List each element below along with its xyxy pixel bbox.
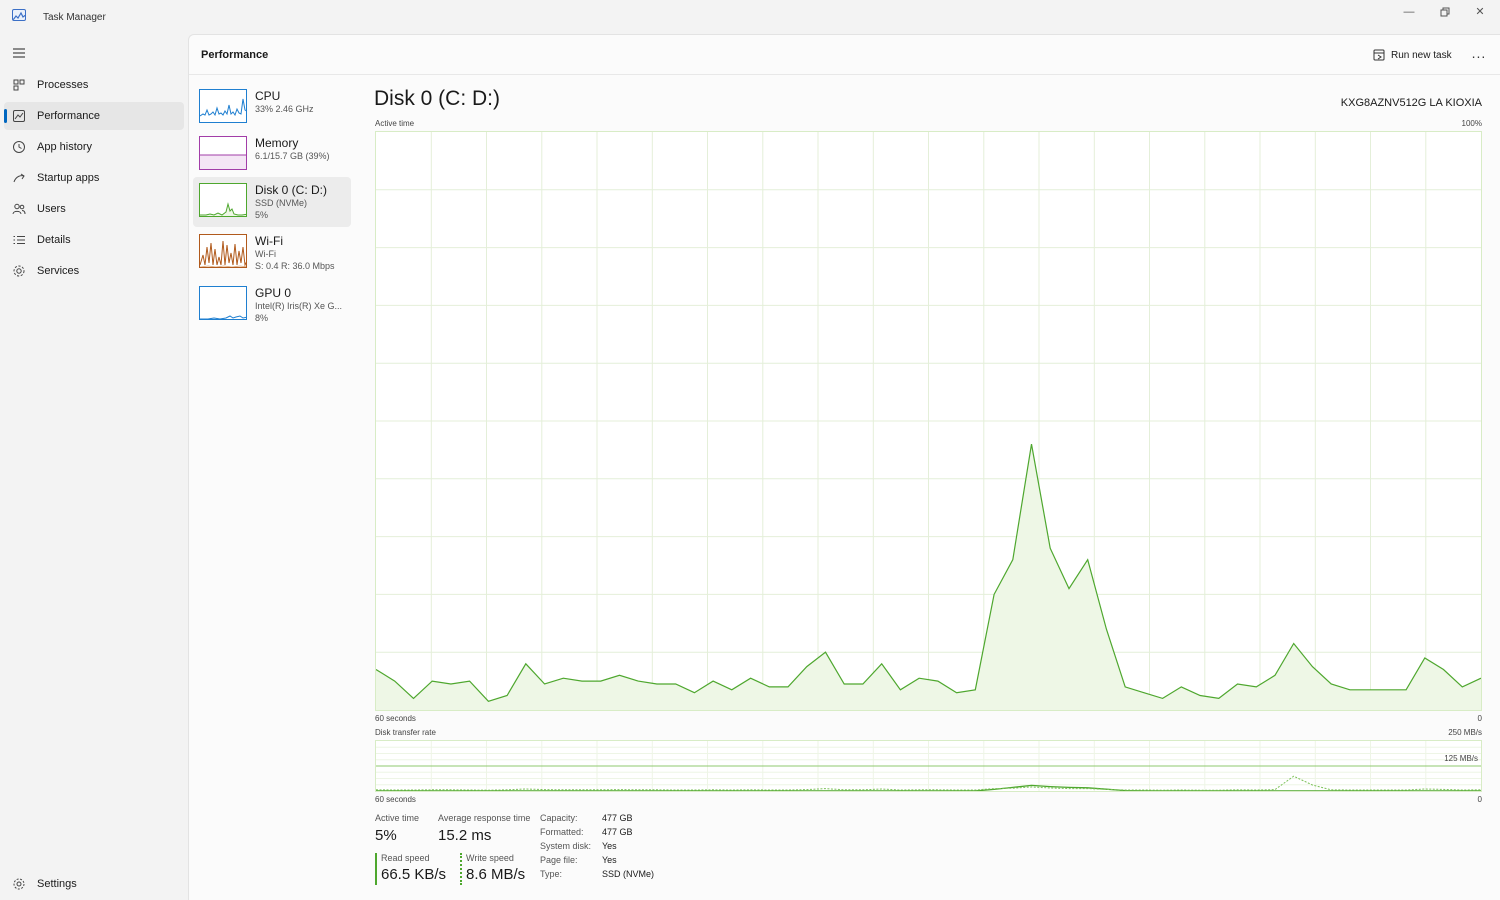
- nav-item-label: Processes: [37, 79, 89, 91]
- page-file-key: Page file:: [540, 855, 578, 865]
- performance-icon: [12, 109, 26, 123]
- nav-item-startup-apps[interactable]: Startup apps: [4, 164, 184, 192]
- performance-page: Performance Run new task ... CPU 33% 2.4…: [188, 34, 1500, 900]
- active-time-chart-label: Active time: [375, 119, 415, 128]
- nav-item-app-history[interactable]: App history: [4, 133, 184, 161]
- nav-item-label: Services: [37, 265, 80, 277]
- navigation-pane: Processes Performance App history Startu…: [0, 34, 188, 900]
- device-usage: 5%: [255, 210, 269, 220]
- device-detail: 6.1/15.7 GB (39%): [255, 151, 330, 161]
- cpu-thumbnail-chart: [199, 89, 247, 123]
- transfer-rate-chart-label: Disk transfer rate: [375, 728, 436, 737]
- memory-thumbnail-chart: [199, 136, 247, 170]
- gear-icon: [12, 877, 26, 891]
- transfer-rate-plot: [376, 741, 1481, 791]
- capacity-key: Capacity:: [540, 813, 578, 823]
- hamburger-menu-icon[interactable]: [12, 46, 28, 60]
- device-throughput: S: 0.4 R: 36.0 Mbps: [255, 261, 335, 271]
- active-time-plot: [376, 132, 1481, 710]
- nav-item-performance[interactable]: Performance: [4, 102, 184, 130]
- nav-item-label: Performance: [37, 110, 100, 122]
- processes-icon: [12, 78, 26, 92]
- device-gpu-0[interactable]: GPU 0 Intel(R) Iris(R) Xe G... 8%: [193, 280, 351, 330]
- device-detail: Wi-Fi: [255, 249, 276, 259]
- close-button[interactable]: ✕: [1465, 4, 1495, 20]
- device-name: Wi-Fi: [255, 234, 283, 248]
- disk-title: Disk 0 (C: D:): [374, 87, 500, 110]
- device-detail: SSD (NVMe): [255, 198, 308, 208]
- device-detail: Intel(R) Iris(R) Xe G...: [255, 301, 343, 311]
- title-bar: Task Manager — ✕: [0, 0, 1500, 34]
- nav-item-label: Startup apps: [37, 172, 100, 184]
- run-task-icon: [1373, 49, 1385, 61]
- write-speed-indicator: [460, 853, 462, 885]
- formatted-key: Formatted:: [540, 827, 584, 837]
- nav-item-label: Details: [37, 234, 71, 246]
- page-title: Performance: [201, 49, 269, 61]
- nav-item-processes[interactable]: Processes: [4, 71, 184, 99]
- gpu-thumbnail-chart: [199, 286, 247, 320]
- type-key: Type:: [540, 869, 563, 879]
- details-icon: [12, 233, 26, 247]
- device-name: Memory: [255, 136, 299, 150]
- write-speed-label: Write speed: [466, 853, 514, 863]
- write-speed-value: 8.6 MB/s: [466, 866, 526, 883]
- disk-model: KXG8AZNV512G LA KIOXIA: [1340, 97, 1482, 109]
- device-disk-0[interactable]: Disk 0 (C: D:) SSD (NVMe) 5%: [193, 177, 351, 227]
- active-time-x-end-label: 0: [1477, 714, 1482, 723]
- services-icon: [12, 264, 26, 278]
- nav-item-settings[interactable]: Settings: [4, 870, 184, 898]
- avg-response-value: 15.2 ms: [438, 827, 492, 844]
- nav-item-label: App history: [37, 141, 93, 153]
- settings-label: Settings: [37, 878, 77, 890]
- capacity-value: 477 GB: [602, 813, 633, 823]
- device-name: Disk 0 (C: D:): [255, 183, 327, 197]
- nav-item-label: Users: [37, 203, 66, 215]
- run-new-task-label: Run new task: [1391, 49, 1452, 61]
- device-cpu[interactable]: CPU 33% 2.46 GHz: [193, 83, 351, 133]
- system-disk-key: System disk:: [540, 841, 592, 851]
- read-speed-value: 66.5 KB/s: [381, 866, 447, 883]
- active-time-stat-label: Active time: [375, 813, 420, 823]
- startup-apps-icon: [12, 171, 26, 185]
- read-speed-label: Read speed: [381, 853, 430, 863]
- device-wifi[interactable]: Wi-Fi Wi-Fi S: 0.4 R: 36.0 Mbps: [193, 228, 351, 278]
- device-name: GPU 0: [255, 286, 292, 300]
- restore-button[interactable]: [1430, 4, 1460, 20]
- task-manager-app-icon: [12, 9, 26, 21]
- device-memory[interactable]: Memory 6.1/15.7 GB (39%): [193, 130, 351, 180]
- active-indicator: [4, 109, 7, 123]
- page-file-value: Yes: [602, 855, 617, 865]
- disk-thumbnail-chart: [199, 183, 247, 217]
- transfer-x-end-label: 0: [1477, 795, 1482, 804]
- wifi-thumbnail-chart: [199, 234, 247, 268]
- minimize-button[interactable]: —: [1394, 4, 1424, 20]
- device-name: CPU: [255, 89, 281, 103]
- read-speed-indicator: [375, 853, 377, 885]
- transfer-rate-max-label: 250 MB/s: [1448, 728, 1482, 737]
- device-usage: 8%: [255, 313, 269, 323]
- nav-item-users[interactable]: Users: [4, 195, 184, 223]
- nav-item-services[interactable]: Services: [4, 257, 184, 285]
- system-disk-value: Yes: [602, 841, 617, 851]
- active-time-stat-value: 5%: [375, 827, 397, 844]
- active-time-x-start-label: 60 seconds: [375, 714, 416, 723]
- more-options-button[interactable]: ...: [1469, 44, 1489, 64]
- active-time-max-label: 100%: [1461, 119, 1482, 128]
- transfer-rate-mid-label: 125 MB/s: [1444, 754, 1478, 763]
- page-header: Performance Run new task ...: [189, 35, 1500, 75]
- active-time-chart: [375, 131, 1482, 711]
- app-history-icon: [12, 140, 26, 154]
- transfer-rate-chart: [375, 740, 1482, 792]
- device-detail: 33% 2.46 GHz: [255, 104, 314, 114]
- formatted-value: 477 GB: [602, 827, 633, 837]
- avg-response-label: Average response time: [438, 813, 531, 823]
- transfer-x-start-label: 60 seconds: [375, 795, 416, 804]
- run-new-task-button[interactable]: Run new task: [1373, 46, 1452, 64]
- window-title: Task Manager: [43, 12, 106, 23]
- users-icon: [12, 202, 26, 216]
- type-value: SSD (NVMe): [602, 869, 655, 879]
- nav-item-details[interactable]: Details: [4, 226, 184, 254]
